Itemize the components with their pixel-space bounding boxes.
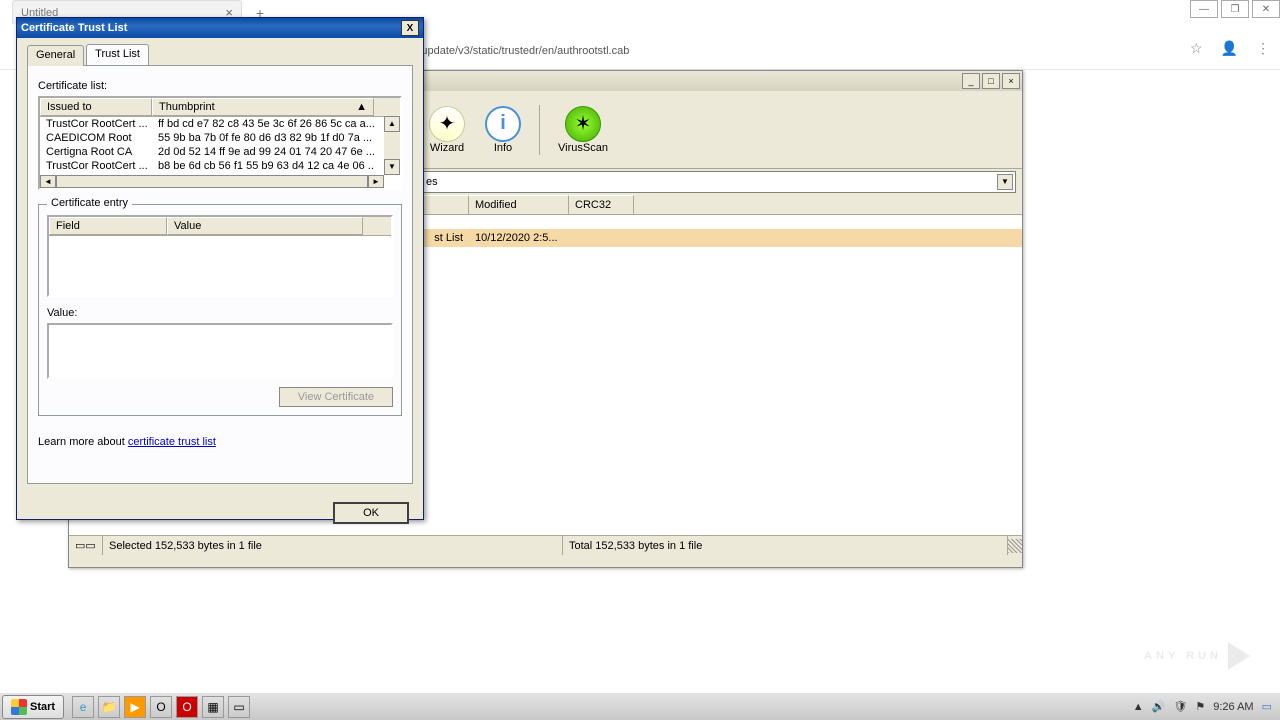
cert-row: Certigna Root CA2d 0d 52 14 ff 9e ad 99 … — [40, 145, 400, 159]
win-minimize-button[interactable]: _ — [962, 73, 980, 89]
start-label: Start — [30, 701, 55, 713]
win-maximize-button[interactable]: □ — [982, 73, 1000, 89]
toolbar-virus-label: VirusScan — [558, 142, 608, 154]
toolbar-virusscan-button[interactable]: ✶ VirusScan — [558, 106, 608, 154]
col-issued-to[interactable]: Issued to — [40, 98, 152, 116]
cert-row: TrustCor RootCert ...b8 be 6d cb 56 f1 5… — [40, 159, 400, 173]
file-modified-cell: 10/12/2020 2:5... — [469, 232, 569, 244]
tab-strip: General Trust List — [27, 44, 413, 66]
cert-list-body[interactable]: TrustCor RootCert ...ff bd cd e7 82 c8 4… — [40, 117, 400, 173]
wand-icon: ✦ — [429, 106, 465, 142]
tray-up-icon[interactable]: ▲ — [1133, 701, 1144, 713]
taskbar: Start e 📁 ▶ O O ▦ ▭ ▲ 🔊 🛡 ⚑ 9:26 AM ▭ — [0, 692, 1280, 720]
watermark: ANY RUN — [1144, 642, 1250, 670]
toolbar-info-label: Info — [494, 142, 512, 154]
cert-entry-group: Certificate entry Field Value Value: Vie… — [38, 204, 402, 416]
taskbar-winrar-icon[interactable]: ▦ — [202, 696, 224, 718]
cert-list[interactable]: Issued to Thumbprint▲ TrustCor RootCert … — [38, 96, 402, 190]
bookmark-star-icon[interactable]: ☆ — [1190, 40, 1203, 57]
resize-grip-icon[interactable] — [1008, 539, 1022, 553]
learn-prefix: Learn more about — [38, 436, 128, 448]
cert-row: TrustCor RootCert ...ff bd cd e7 82 c8 4… — [40, 117, 400, 131]
profile-icon[interactable]: 👤 — [1221, 40, 1238, 57]
window-close-button[interactable]: ✕ — [1252, 0, 1280, 18]
window-maximize-button[interactable]: ❐ — [1221, 0, 1249, 18]
col-modified[interactable]: Modified — [469, 195, 569, 214]
hscrollbar[interactable]: ◄ ► — [40, 175, 384, 188]
toolbar-info-button[interactable]: i Info — [485, 106, 521, 154]
scroll-down-icon[interactable]: ▼ — [384, 159, 400, 175]
col-value[interactable]: Value — [167, 217, 363, 235]
dialog-title: Certificate Trust List — [21, 22, 127, 34]
ok-button[interactable]: OK — [333, 502, 409, 524]
chevron-down-icon[interactable]: ▼ — [997, 174, 1013, 190]
status-total: Total 152,533 bytes in 1 file — [563, 536, 1008, 555]
col-crc[interactable]: CRC32 — [569, 195, 634, 214]
win-close-button[interactable]: × — [1002, 73, 1020, 89]
value-label: Value: — [47, 307, 393, 319]
tray-volume-icon[interactable]: 🔊 — [1152, 700, 1166, 713]
dialog-close-button[interactable]: X — [401, 20, 419, 36]
toolbar-wizard-label: Wizard — [430, 142, 464, 154]
windows-flag-icon — [11, 699, 27, 715]
address-bar[interactable]: pad/update/v3/static/trustedr/en/authroo… — [400, 40, 1220, 62]
taskbar-explorer-icon[interactable]: 📁 — [98, 696, 120, 718]
taskbar-media-icon[interactable]: ▶ — [124, 696, 146, 718]
scroll-left-icon[interactable]: ◄ — [40, 175, 56, 188]
learn-more-link[interactable]: certificate trust list — [128, 436, 216, 448]
certificate-dialog: Certificate Trust List X General Trust L… — [16, 17, 424, 520]
start-button[interactable]: Start — [2, 695, 64, 719]
system-tray: ▲ 🔊 🛡 ⚑ 9:26 AM ▭ — [1133, 700, 1280, 713]
scroll-right-icon[interactable]: ► — [368, 175, 384, 188]
taskbar-notepad-icon[interactable]: ▭ — [228, 696, 250, 718]
toolbar-separator — [539, 105, 540, 155]
entry-field-list[interactable]: Field Value — [47, 215, 393, 297]
window-minimize-button[interactable]: — — [1190, 0, 1218, 18]
tab-general[interactable]: General — [27, 45, 84, 66]
scroll-thumb[interactable] — [56, 175, 368, 188]
tab-trustlist[interactable]: Trust List — [86, 44, 149, 65]
status-bar: ▭▭ Selected 152,533 bytes in 1 file Tota… — [69, 535, 1022, 555]
col-field[interactable]: Field — [49, 217, 167, 235]
tray-flag-icon[interactable]: ⚑ — [1195, 700, 1205, 713]
cert-row: CAEDICOM Root55 9b ba 7b 0f fe 80 d6 d3 … — [40, 131, 400, 145]
vscrollbar[interactable]: ▲ ▼ — [384, 116, 400, 175]
virus-icon: ✶ — [565, 106, 601, 142]
scroll-up-icon[interactable]: ▲ — [384, 116, 400, 132]
tray-show-desktop-icon[interactable]: ▭ — [1262, 700, 1272, 713]
col-thumbprint[interactable]: Thumbprint▲ — [152, 98, 374, 116]
learn-more: Learn more about certificate trust list — [38, 436, 402, 448]
kebab-menu-icon[interactable]: ⋮ — [1256, 40, 1270, 57]
sort-up-icon: ▲ — [356, 101, 367, 113]
taskbar-chrome-icon[interactable]: O — [150, 696, 172, 718]
taskbar-ie-icon[interactable]: e — [72, 696, 94, 718]
tray-clock[interactable]: 9:26 AM — [1213, 701, 1253, 713]
toolbar-wizard-button[interactable]: ✦ Wizard — [429, 106, 465, 154]
view-certificate-button: View Certificate — [279, 387, 393, 407]
status-selected: Selected 152,533 bytes in 1 file — [103, 536, 563, 555]
tray-shield-icon[interactable]: 🛡 — [1173, 700, 1187, 713]
taskbar-pinned: e 📁 ▶ O O ▦ ▭ — [72, 696, 250, 718]
group-title: Certificate entry — [47, 197, 132, 209]
taskbar-opera-icon[interactable]: O — [176, 696, 198, 718]
status-icons: ▭▭ — [69, 536, 103, 555]
play-icon — [1228, 642, 1250, 670]
dialog-titlebar[interactable]: Certificate Trust List X — [17, 18, 423, 38]
info-icon: i — [485, 106, 521, 142]
cert-list-label: Certificate list: — [38, 80, 402, 92]
value-textbox[interactable] — [47, 323, 393, 379]
